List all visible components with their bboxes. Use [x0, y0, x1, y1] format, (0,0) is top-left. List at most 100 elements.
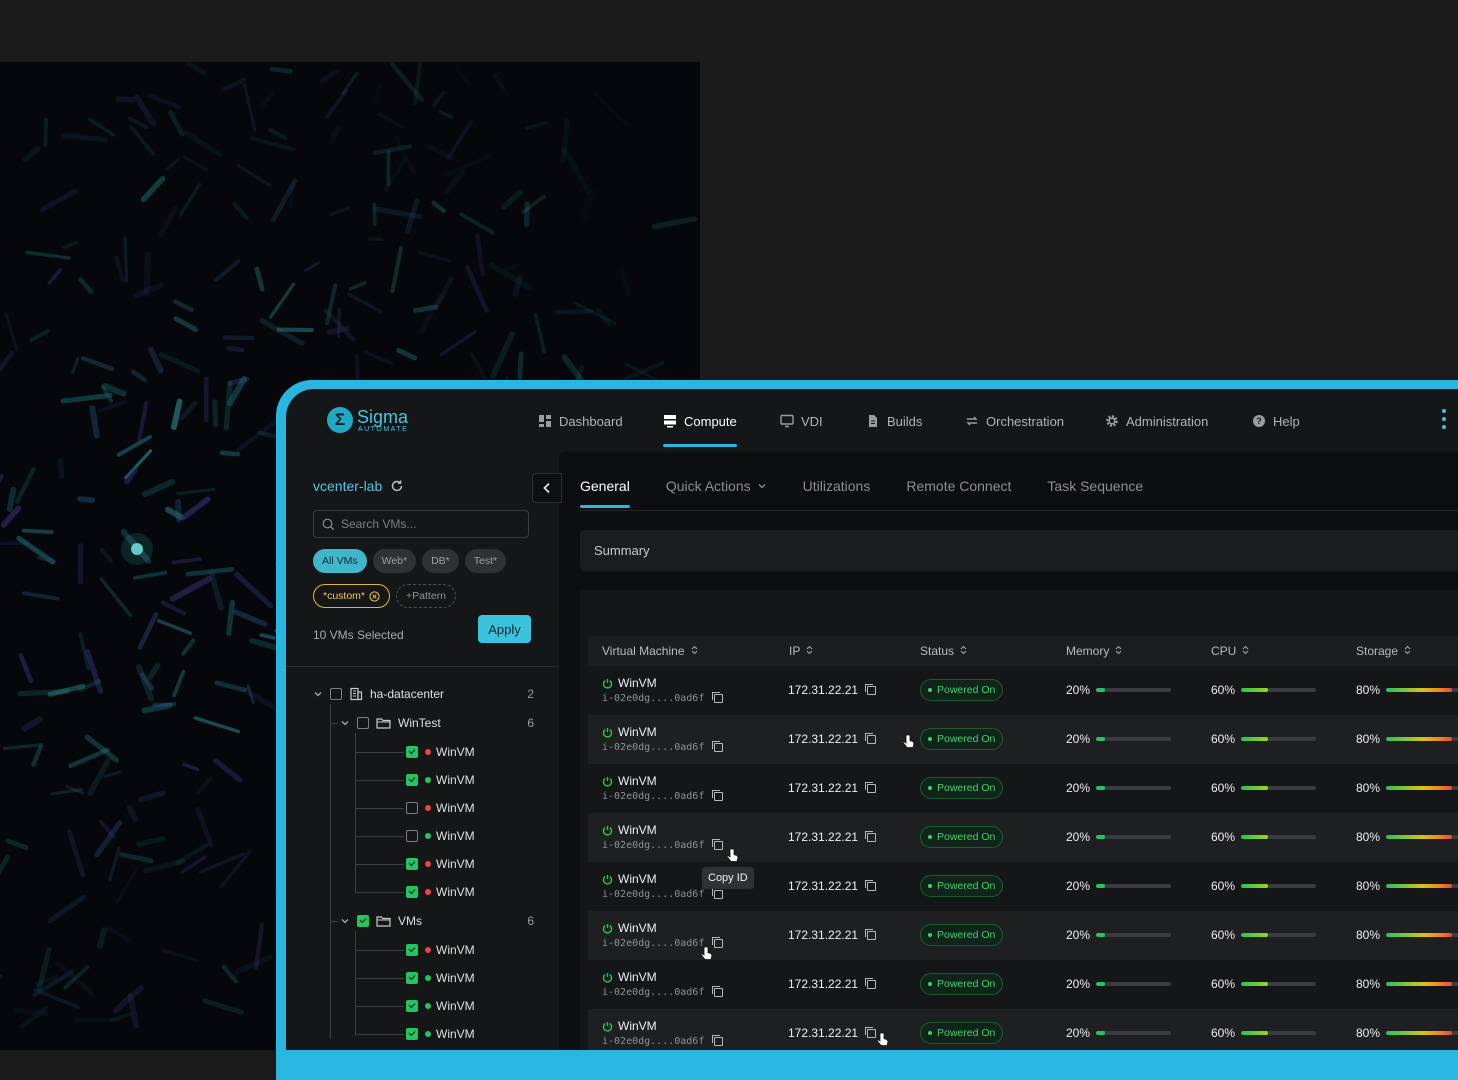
tree-vm-item[interactable]: WinVM	[406, 936, 534, 964]
nav-help[interactable]: ?Help	[1252, 407, 1300, 435]
copy-icon[interactable]	[714, 792, 723, 801]
copy-icon[interactable]	[867, 784, 876, 793]
checkbox[interactable]	[406, 944, 418, 956]
table-row[interactable]: WinVMi-02e0dg....0ad6f172.31.22.21Powere…	[588, 666, 1458, 715]
column-header-storage[interactable]: Storage	[1356, 644, 1411, 658]
checkbox[interactable]	[406, 858, 418, 870]
checkbox[interactable]	[406, 886, 418, 898]
copy-icon[interactable]	[867, 980, 876, 989]
sort-icon[interactable]	[960, 645, 967, 657]
column-header-memory[interactable]: Memory	[1066, 644, 1122, 658]
vm-name[interactable]: WinVM	[602, 823, 723, 837]
checkbox[interactable]	[406, 972, 418, 984]
tab-remote-connect[interactable]: Remote Connect	[906, 478, 1011, 494]
checkbox[interactable]	[406, 830, 418, 842]
tab-quick-actions[interactable]: Quick Actions	[666, 478, 767, 494]
vm-name[interactable]: WinVM	[602, 921, 723, 935]
tree-vm-item[interactable]: WinVM	[406, 992, 534, 1020]
copy-icon[interactable]	[867, 1029, 876, 1038]
add-pattern-chip[interactable]: +Pattern	[396, 584, 456, 608]
copy-icon[interactable]	[714, 988, 723, 997]
copy-icon[interactable]	[714, 841, 723, 850]
checkbox[interactable]	[357, 915, 369, 927]
chevron-down-icon[interactable]	[340, 916, 350, 926]
checkbox[interactable]	[406, 746, 418, 758]
datacenter-name[interactable]: vcenter-lab	[313, 478, 382, 494]
checkbox[interactable]	[406, 774, 418, 786]
column-header-virtual-machine[interactable]: Virtual Machine	[602, 644, 698, 658]
copy-icon[interactable]	[867, 686, 876, 695]
collapse-sidebar-button[interactable]	[532, 473, 562, 503]
table-row[interactable]: WinVMi-02e0dg....0ad6f172.31.22.21Powere…	[588, 911, 1458, 960]
checkbox[interactable]	[330, 688, 342, 700]
sort-icon[interactable]	[1115, 645, 1122, 657]
table-row[interactable]: WinVMi-02e0dg....0ad6f172.31.22.21Powere…	[588, 960, 1458, 1009]
chevron-down-icon[interactable]	[313, 689, 323, 699]
nav-compute[interactable]: Compute	[663, 407, 737, 435]
tab-task-sequence[interactable]: Task Sequence	[1047, 478, 1143, 494]
column-header-status[interactable]: Status	[920, 644, 967, 658]
custom-filter-chip[interactable]: *custom*	[313, 584, 390, 608]
copy-icon[interactable]	[867, 931, 876, 940]
filter-chip[interactable]: Web*	[373, 549, 417, 573]
checkbox[interactable]	[406, 802, 418, 814]
tree-vm-item[interactable]: WinVM	[406, 850, 534, 878]
sort-icon[interactable]	[1242, 645, 1249, 657]
tree-root-ha-datacenter[interactable]: ha-datacenter2	[313, 680, 534, 708]
tree-vm-item[interactable]: WinVM	[406, 1020, 534, 1048]
copy-icon[interactable]	[867, 882, 876, 891]
sort-icon[interactable]	[1404, 645, 1411, 657]
nav-administration[interactable]: Administration	[1105, 407, 1208, 435]
nav-builds[interactable]: Builds	[866, 407, 922, 435]
memory-cell: 20%	[1066, 977, 1171, 991]
checkbox[interactable]	[406, 1000, 418, 1012]
filter-chip[interactable]: Test*	[465, 549, 506, 573]
copy-icon[interactable]	[714, 939, 723, 948]
sort-icon[interactable]	[691, 645, 698, 657]
filter-chip[interactable]: All VMs	[313, 549, 367, 573]
tree-vm-item[interactable]: WinVM	[406, 766, 534, 794]
tree-folder-wintest[interactable]: WinTest6	[340, 709, 534, 737]
checkbox[interactable]	[406, 1028, 418, 1040]
sort-icon[interactable]	[806, 645, 813, 657]
vm-name[interactable]: WinVM	[602, 676, 723, 690]
tree-folder-vms[interactable]: VMs6	[340, 907, 534, 935]
checkbox[interactable]	[357, 717, 369, 729]
table-row[interactable]: WinVMi-02e0dg....0ad6f172.31.22.21Powere…	[588, 764, 1458, 813]
filter-chip[interactable]: DB*	[422, 549, 459, 573]
more-menu-icon[interactable]	[1442, 409, 1446, 429]
brand-logo[interactable]: Σ Sigma AUTOMATE	[327, 407, 408, 433]
tree-vm-item[interactable]: WinVM	[406, 738, 534, 766]
refresh-icon[interactable]	[390, 479, 404, 493]
vm-name[interactable]: WinVM	[602, 970, 723, 984]
nav-orchestration[interactable]: Orchestration	[965, 407, 1064, 435]
chevron-down-icon[interactable]	[340, 718, 350, 728]
power-icon	[602, 825, 613, 836]
tree-vm-item[interactable]: WinVM	[406, 964, 534, 992]
tree-vm-item[interactable]: WinVM	[406, 794, 534, 822]
copy-icon[interactable]	[714, 890, 723, 899]
copy-icon[interactable]	[867, 833, 876, 842]
tree-vm-item[interactable]: WinVM	[406, 878, 534, 906]
nav-dashboard[interactable]: Dashboard	[538, 407, 623, 435]
summary-header[interactable]: Summary	[580, 530, 1458, 571]
column-header-ip[interactable]: IP	[789, 644, 813, 658]
search-input[interactable]: Search VMs...	[313, 510, 529, 538]
copy-icon[interactable]	[714, 1037, 723, 1046]
table-row[interactable]: WinVMi-02e0dg....0ad6f172.31.22.21Powere…	[588, 813, 1458, 862]
apply-button[interactable]: Apply	[478, 615, 531, 643]
tab-utilizations[interactable]: Utilizations	[803, 478, 871, 494]
vm-name[interactable]: WinVM	[602, 774, 723, 788]
copy-icon[interactable]	[714, 743, 723, 752]
column-header-cpu[interactable]: CPU	[1211, 644, 1249, 658]
vm-name[interactable]: WinVM	[602, 1019, 723, 1033]
table-row[interactable]: WinVMi-02e0dg....0ad6f172.31.22.21Powere…	[588, 715, 1458, 764]
copy-icon[interactable]	[714, 694, 723, 703]
nav-vdi[interactable]: VDI	[780, 407, 823, 435]
tab-general[interactable]: General	[580, 478, 630, 494]
copy-icon[interactable]	[867, 735, 876, 744]
tree-vm-item[interactable]: WinVM	[406, 822, 534, 850]
close-circle-icon[interactable]	[369, 591, 380, 602]
table-row[interactable]: WinVMi-02e0dg....0ad6f172.31.22.21Powere…	[588, 1009, 1458, 1050]
vm-name[interactable]: WinVM	[602, 725, 723, 739]
